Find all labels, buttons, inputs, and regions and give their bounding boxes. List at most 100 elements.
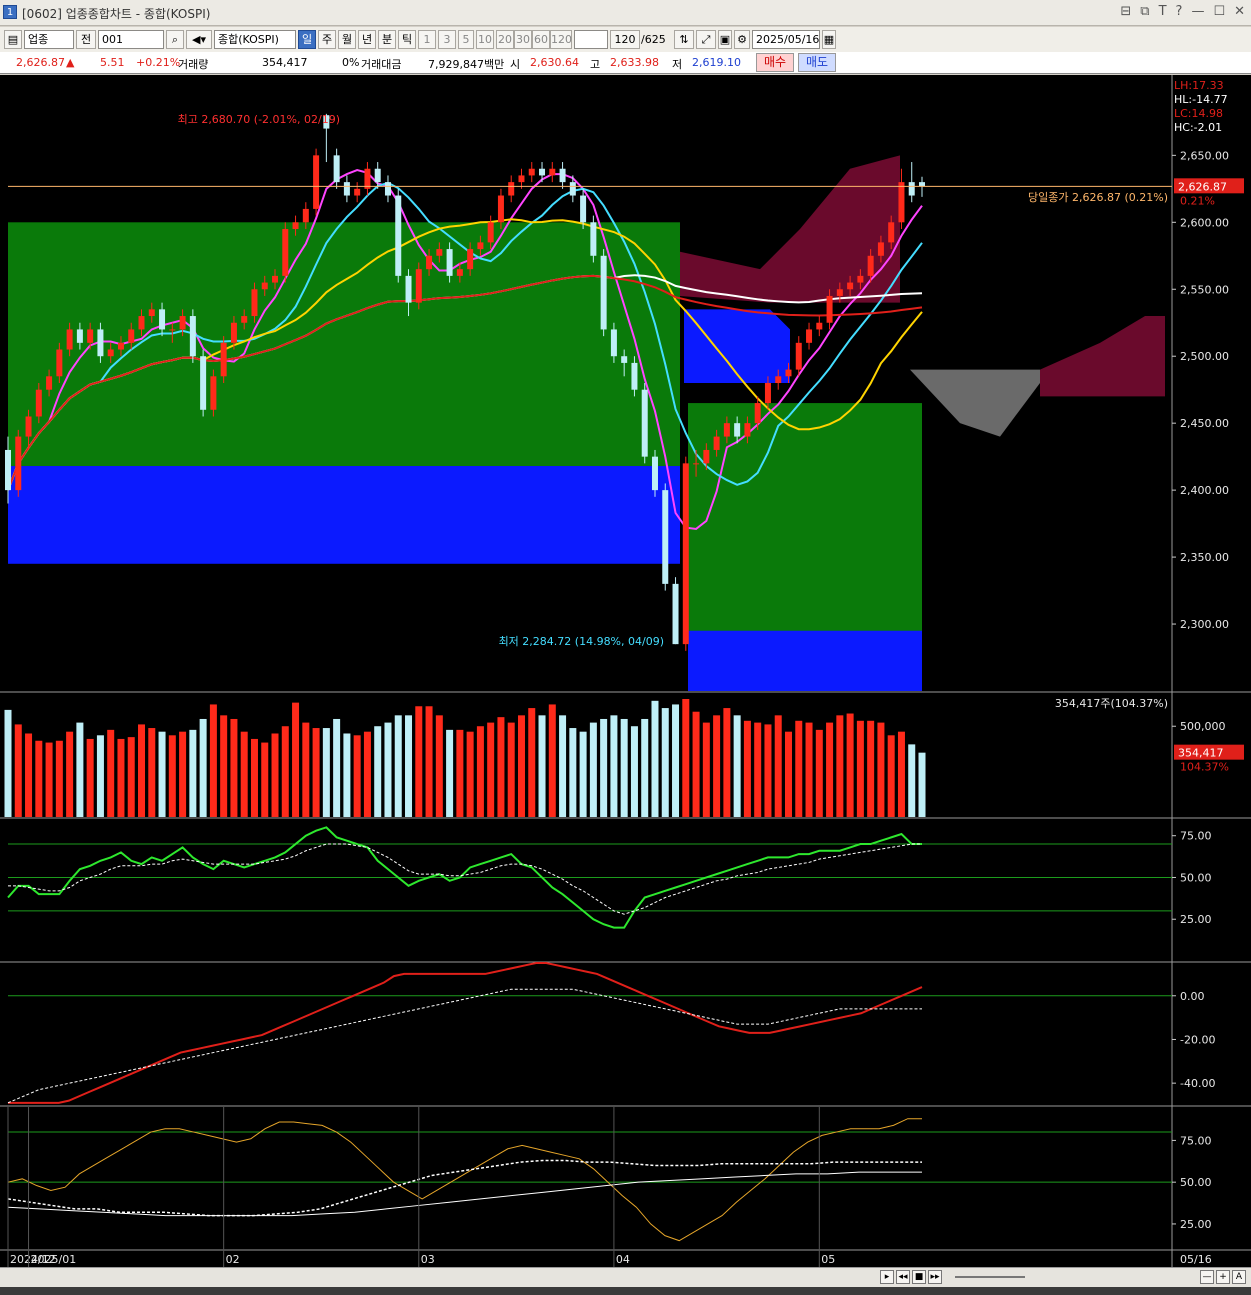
- candle-body: [487, 222, 494, 243]
- scroll-stop-button[interactable]: ■: [912, 1270, 926, 1284]
- scroll-bar[interactable]: ▸ ◂◂ ■ ▸▸ — + A: [0, 1267, 1251, 1287]
- candle-body: [559, 168, 566, 183]
- period-day[interactable]: 일: [298, 30, 316, 49]
- chart-canvas[interactable]: 2,650.00 2,600.00 2,550.00 2,500.00 2,450.00…: [0, 75, 1251, 1267]
- candle-body: [15, 436, 22, 491]
- price-arrow-icon: ▲: [66, 56, 75, 69]
- volume-bar: [127, 737, 135, 817]
- volume-bar: [856, 720, 864, 817]
- price-tick-label: 2,550.00: [1180, 283, 1229, 296]
- volume-bar: [4, 709, 12, 817]
- close-button[interactable]: ✕: [1234, 4, 1245, 19]
- candle-body: [46, 376, 53, 390]
- volume-bar: [918, 752, 926, 817]
- candle-body: [467, 249, 474, 270]
- high-label: 고: [590, 58, 601, 71]
- candle-body: [723, 423, 730, 437]
- scroll-forward-button[interactable]: ▸▸: [928, 1270, 942, 1284]
- interval-120[interactable]: 120: [550, 30, 572, 49]
- interval-30[interactable]: 30: [514, 30, 532, 49]
- gear-icon[interactable]: ⚙: [734, 30, 750, 49]
- market-select[interactable]: 업종: [24, 30, 74, 49]
- candle-body: [651, 456, 658, 491]
- volume-tick-label: 500,000: [1180, 720, 1226, 733]
- candle-body: [631, 362, 638, 390]
- status-strip: [0, 1287, 1251, 1295]
- tile-icon[interactable]: ⧉: [1140, 4, 1149, 19]
- sell-button[interactable]: 매도: [798, 53, 836, 72]
- buy-button[interactable]: 매수: [756, 53, 794, 72]
- help-icon[interactable]: ?: [1176, 4, 1183, 19]
- auto-scale-button[interactable]: A: [1232, 1270, 1246, 1284]
- chart-area[interactable]: 2,650.00 2,600.00 2,550.00 2,500.00 2,450.00…: [0, 75, 1251, 1267]
- candle-body: [826, 295, 833, 323]
- zoom-icon[interactable]: ⤢: [696, 30, 716, 49]
- volume-bar: [630, 726, 638, 817]
- volume-bar: [45, 742, 53, 817]
- date-field[interactable]: 2025/05/16: [752, 30, 820, 49]
- candle-body: [395, 195, 402, 276]
- volume-bar: [672, 704, 680, 817]
- candle-body: [662, 490, 669, 584]
- zoom-slider[interactable]: [955, 1276, 1025, 1278]
- candle-body: [333, 155, 340, 183]
- volume-bar: [743, 720, 751, 817]
- interval-custom-input[interactable]: [574, 30, 608, 49]
- volume-bar: [764, 724, 772, 817]
- candle-body: [898, 182, 905, 223]
- interval-10[interactable]: 10: [476, 30, 494, 49]
- osc-series-line: [7, 988, 922, 1104]
- search-icon[interactable]: ⌕: [166, 30, 184, 49]
- candle-body: [302, 208, 309, 223]
- period-year[interactable]: 년: [358, 30, 376, 49]
- compare-icon[interactable]: ⇅: [674, 30, 694, 49]
- index-name-field: 종합(KOSPI): [214, 30, 296, 49]
- candle-body: [549, 168, 556, 176]
- maximize-button[interactable]: ☐: [1213, 4, 1225, 19]
- snap-icon[interactable]: ⊟: [1120, 4, 1131, 19]
- volume-bar: [620, 718, 628, 817]
- volume-bar: [209, 704, 217, 817]
- pin-icon[interactable]: T: [1159, 4, 1167, 19]
- volume-bar: [353, 735, 361, 817]
- save-icon[interactable]: ▣: [718, 30, 732, 49]
- minimize-button[interactable]: —: [1191, 4, 1204, 19]
- volume-bar: [240, 731, 248, 817]
- volume-bar: [343, 733, 351, 817]
- count-field[interactable]: 120: [610, 30, 640, 49]
- candle-body: [600, 255, 607, 330]
- candle-body: [374, 168, 381, 183]
- zoom-out-button[interactable]: —: [1200, 1270, 1214, 1284]
- period-tick[interactable]: 틱: [398, 30, 416, 49]
- candle-body: [415, 269, 422, 303]
- speaker-icon[interactable]: ◀▾: [186, 30, 212, 49]
- volume-bar: [702, 722, 710, 817]
- volume-bar: [55, 740, 63, 817]
- price-tick-label: 2,350.00: [1180, 551, 1229, 564]
- scroll-back-button[interactable]: ◂◂: [896, 1270, 910, 1284]
- osc-tick-label: -20.00: [1180, 1033, 1215, 1046]
- price-legend-item: LC:14.98: [1174, 107, 1223, 120]
- candle-body: [343, 182, 350, 196]
- price-tick-label: 2,650.00: [1180, 149, 1229, 162]
- volume-bar: [107, 729, 115, 817]
- time-axis-label: 05: [821, 1253, 835, 1266]
- code-input[interactable]: 001: [98, 30, 164, 49]
- layout-icon[interactable]: ▤: [4, 30, 22, 49]
- volume-bar: [466, 731, 474, 817]
- interval-3[interactable]: 3: [438, 30, 456, 49]
- period-minute[interactable]: 분: [378, 30, 396, 49]
- period-week[interactable]: 주: [318, 30, 336, 49]
- interval-60[interactable]: 60: [532, 30, 550, 49]
- candle-body: [682, 463, 689, 645]
- calendar-icon[interactable]: ▦: [822, 30, 836, 49]
- volume-bar: [795, 720, 803, 817]
- front-button[interactable]: 전: [76, 30, 96, 49]
- interval-1[interactable]: 1: [418, 30, 436, 49]
- zoom-in-button[interactable]: +: [1216, 1270, 1230, 1284]
- candle-body: [806, 329, 813, 343]
- interval-20[interactable]: 20: [496, 30, 514, 49]
- scroll-play-button[interactable]: ▸: [880, 1270, 894, 1284]
- period-month[interactable]: 월: [338, 30, 356, 49]
- interval-5[interactable]: 5: [458, 30, 474, 49]
